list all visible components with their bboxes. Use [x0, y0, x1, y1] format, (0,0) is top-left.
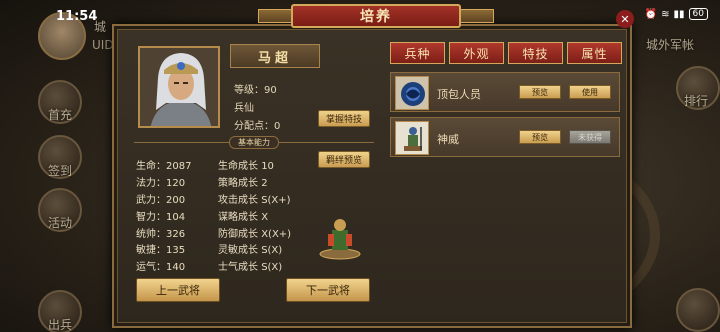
tab-troop-type[interactable]: 兵种 [390, 42, 445, 64]
next-general-button[interactable]: 下一武将 [286, 278, 370, 302]
skin-preview-button-1[interactable]: 预览 [519, 85, 561, 99]
stat-intelligence: 智力：104 [136, 212, 186, 223]
side-label-sign-in: 签到 [48, 164, 73, 178]
prev-general-button[interactable]: 上一武将 [136, 278, 220, 302]
general-name: 马超 [230, 44, 320, 68]
signal-icon: ▮▮ [673, 8, 685, 20]
growth-agility: 灵敏成长 S(X) [218, 245, 283, 256]
master-skill-button[interactable]: 掌握特技 [318, 110, 370, 127]
side-label-ranking: 排行 [684, 94, 709, 108]
status-icons: ⏰ ≋ ▮▮ 60 [645, 8, 708, 20]
growth-defense: 防御成长 X(X+) [218, 229, 292, 240]
skin-use-button-1[interactable]: 使用 [569, 85, 611, 99]
tab-appearance[interactable]: 外观 [449, 42, 504, 64]
alarm-icon: ⏰ [644, 8, 658, 20]
title-wing-right [460, 9, 494, 23]
stat-luck: 运气：140 [136, 262, 186, 273]
skin-name-2: 神威 [437, 133, 459, 146]
growth-attack: 攻击成长 S(X+) [218, 195, 291, 206]
close-icon[interactable]: ✕ [616, 10, 634, 28]
troop-figure [316, 212, 364, 260]
stat-force: 武力：200 [136, 195, 186, 206]
level-value: 90 [264, 85, 277, 96]
troop-type: 兵仙 [234, 103, 254, 114]
skin-row-2: 神威 预览 未获得 [390, 117, 620, 157]
stat-command: 统帅：326 [136, 229, 186, 240]
points-label: 分配点： [234, 121, 274, 132]
growth-tactics: 谋略成长 X [218, 212, 269, 223]
side-label-events: 活动 [48, 216, 73, 230]
skin-name-1: 顶包人员 [437, 88, 481, 101]
skin-row-1: 顶包人员 预览 使用 [390, 72, 620, 112]
battery-icon: 60 [688, 8, 708, 20]
skin-orb-icon [395, 76, 429, 110]
side-label-dispatch: 出兵 [48, 318, 73, 332]
skin-warrior-icon [395, 121, 429, 155]
growth-hp: 生命成长 10 [218, 161, 274, 172]
stat-agility: 敏捷：135 [136, 245, 186, 256]
bond-preview-button[interactable]: 羁绊预览 [318, 151, 370, 168]
basic-ability-divider: 基本能力 [134, 135, 374, 149]
title-wing-left [258, 9, 292, 23]
stat-hp: 生命：2087 [136, 161, 192, 172]
skin-locked-button-2: 未获得 [569, 130, 611, 144]
wifi-icon: ≋ [661, 8, 670, 20]
right-location-label: 城外军帐 [646, 38, 695, 52]
section-title: 基本能力 [229, 135, 279, 149]
general-portrait [138, 46, 220, 128]
growth-strategy: 策略成长 2 [218, 178, 268, 189]
level-label: 等级： [234, 85, 264, 96]
tab-skills[interactable]: 特技 [508, 42, 563, 64]
growth-morale: 士气成长 S(X) [218, 262, 283, 273]
menu-button[interactable] [676, 288, 720, 332]
status-time: 11:54 [56, 9, 98, 24]
side-label-first-recharge: 首充 [48, 108, 73, 122]
points-line: 分配点：0 [234, 117, 280, 132]
level-line: 等级：90 [234, 81, 277, 96]
tab-attributes[interactable]: 属性 [567, 42, 622, 64]
panel-title: 培养 [291, 4, 461, 28]
skin-preview-button-2[interactable]: 预览 [519, 130, 561, 144]
uid-label: UID [92, 38, 114, 52]
stat-mana: 法力：120 [136, 178, 186, 189]
points-value: 0 [274, 121, 281, 132]
